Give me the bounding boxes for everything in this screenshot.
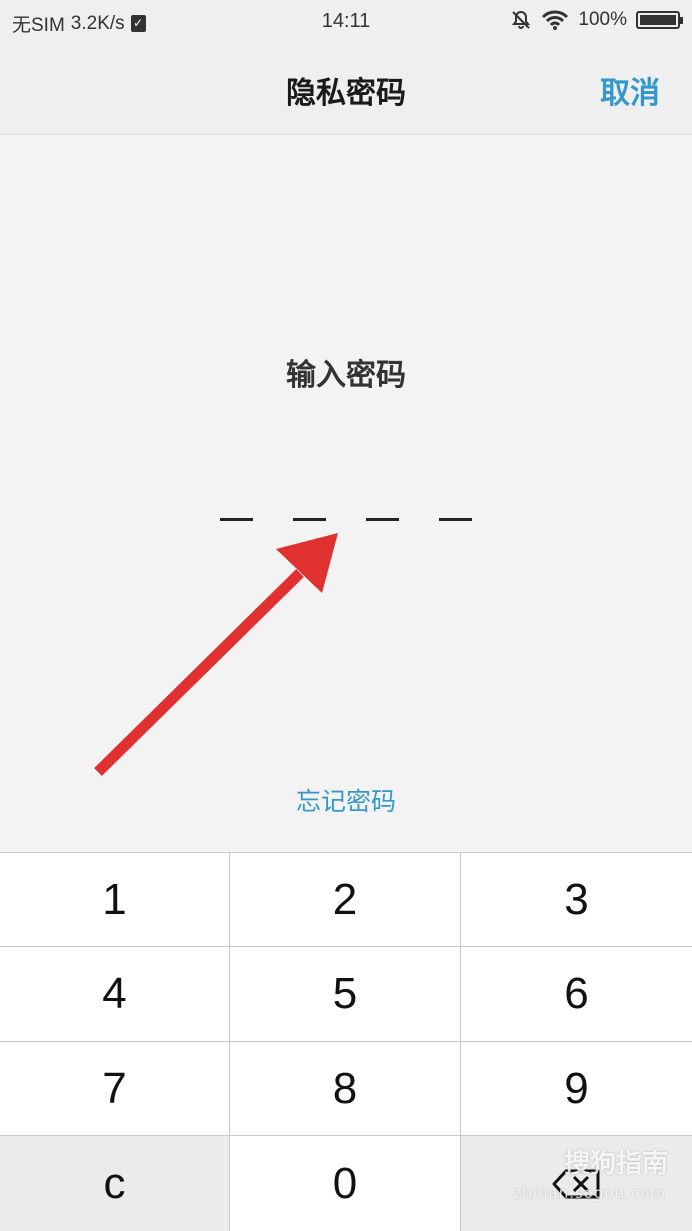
key-2[interactable]: 2 bbox=[230, 853, 461, 947]
clear-key[interactable]: c bbox=[0, 1136, 230, 1231]
pin-slot bbox=[439, 518, 472, 521]
key-6[interactable]: 6 bbox=[461, 947, 692, 1042]
key-7[interactable]: 7 bbox=[0, 1042, 230, 1136]
pin-slot bbox=[366, 518, 399, 521]
nav-bar: 隐私密码 取消 bbox=[0, 44, 692, 135]
key-8[interactable]: 8 bbox=[230, 1042, 461, 1136]
cancel-button[interactable]: 取消 bbox=[600, 68, 660, 112]
forgot-password-link[interactable]: 忘记密码 bbox=[0, 782, 692, 818]
annotation-arrow-icon bbox=[94, 533, 338, 776]
wifi-icon bbox=[542, 10, 569, 30]
key-3[interactable]: 3 bbox=[461, 853, 692, 947]
key-9[interactable]: 9 bbox=[461, 1042, 692, 1136]
watermark-url: zhinan.sogou.com bbox=[513, 1184, 666, 1202]
key-5[interactable]: 5 bbox=[230, 947, 461, 1042]
status-right: 100% bbox=[510, 9, 683, 31]
battery-percent: 100% bbox=[578, 9, 627, 30]
status-bar: 无SIM 3.2K/s ✓ 14:11 100% bbox=[0, 0, 692, 44]
key-4[interactable]: 4 bbox=[0, 947, 230, 1042]
key-1[interactable]: 1 bbox=[0, 853, 230, 947]
page-title: 隐私密码 bbox=[286, 76, 406, 111]
watermark-logo: 搜狗指南 bbox=[563, 1149, 668, 1179]
battery-icon bbox=[636, 11, 683, 29]
mute-bell-icon bbox=[512, 10, 531, 29]
key-0[interactable]: 0 bbox=[230, 1136, 461, 1231]
password-prompt: 输入密码 bbox=[286, 358, 406, 393]
